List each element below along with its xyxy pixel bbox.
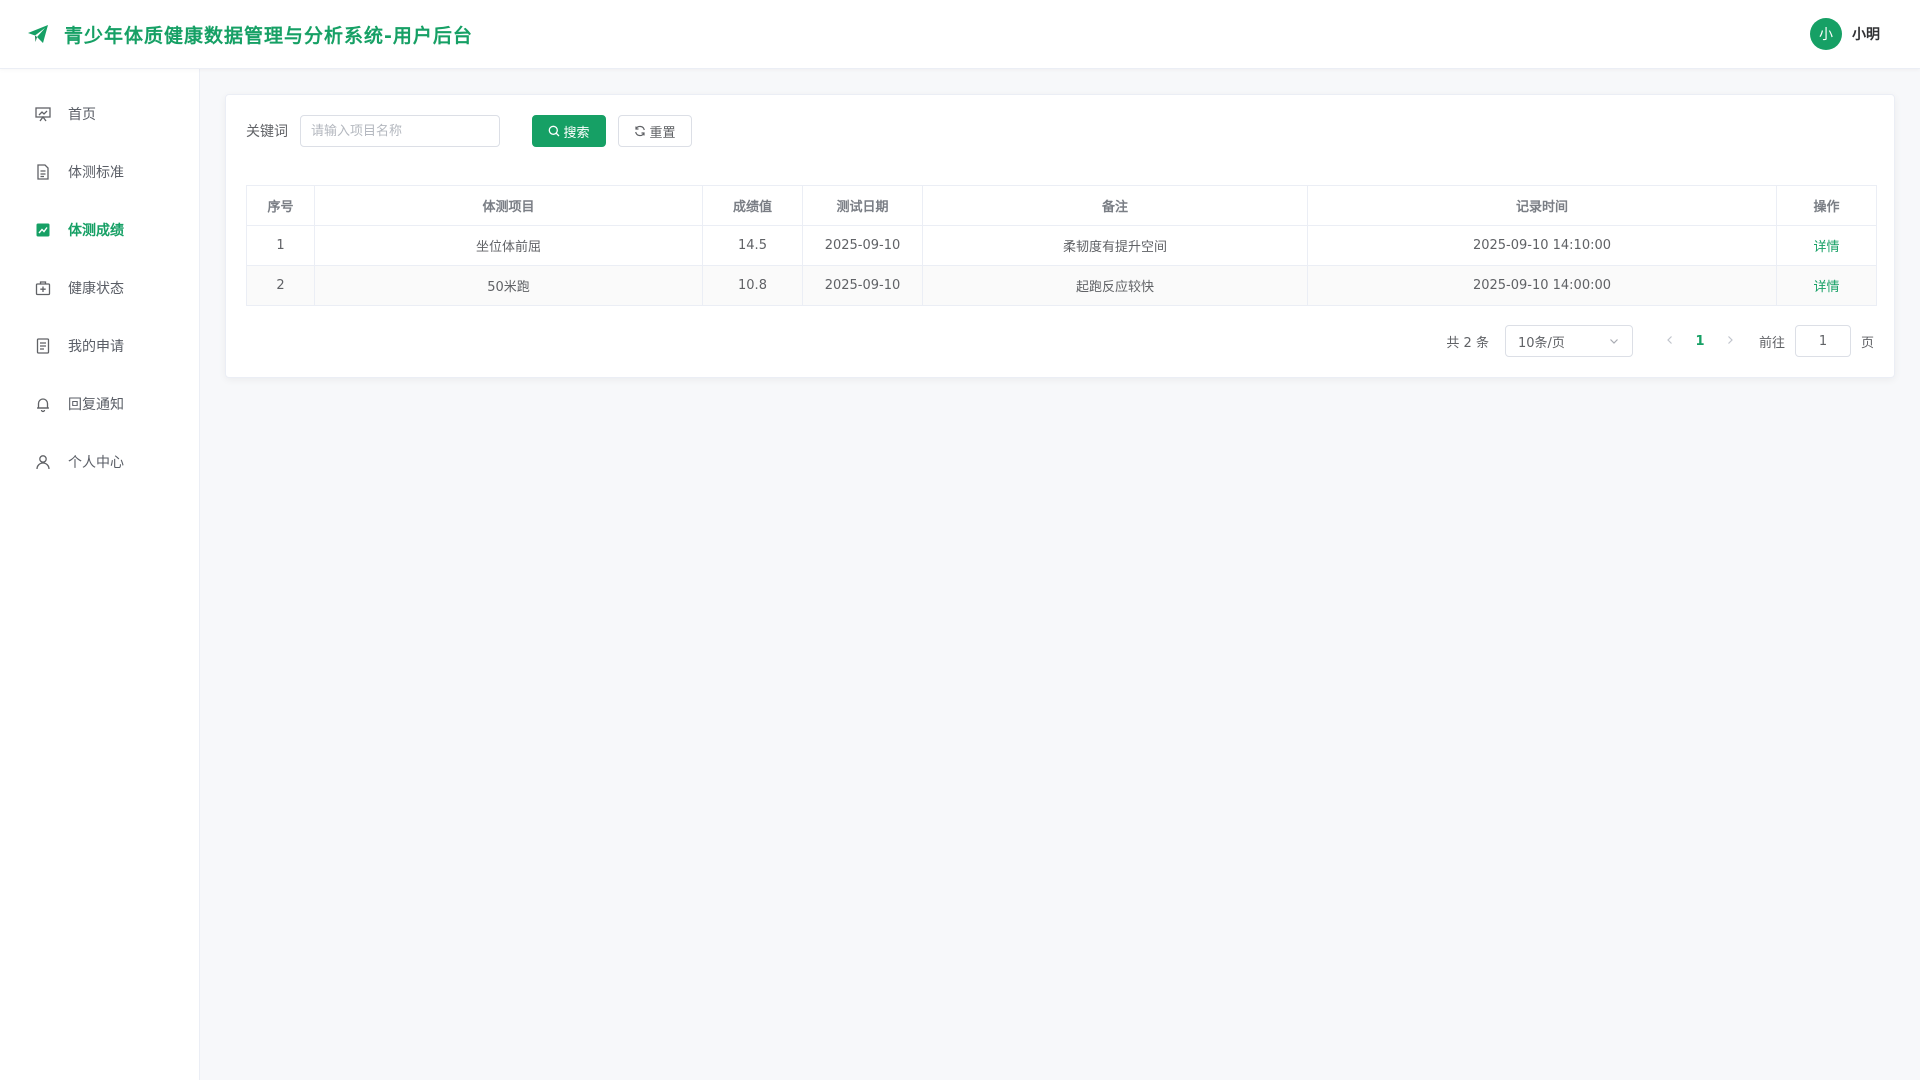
reset-button[interactable]: 重置 <box>618 115 692 147</box>
chevron-left-icon <box>1667 336 1672 344</box>
sidebar-item-label: 首页 <box>68 107 96 123</box>
prev-page-button[interactable] <box>1655 333 1685 349</box>
sidebar-item-profile[interactable]: 个人中心 <box>0 433 199 491</box>
keyword-input[interactable] <box>300 115 500 147</box>
sidebar-item-label: 体测成绩 <box>68 223 124 239</box>
list-document-icon <box>34 337 52 355</box>
user-icon <box>34 453 52 471</box>
paper-plane-icon <box>26 22 50 46</box>
keyword-label: 关键词 <box>246 124 288 140</box>
sidebar-item-notifications[interactable]: 回复通知 <box>0 375 199 433</box>
chevron-right-icon <box>1728 336 1733 344</box>
search-button[interactable]: 搜索 <box>532 115 606 147</box>
goto-label: 前往 <box>1758 335 1785 351</box>
cell-date: 2025-09-10 <box>802 225 923 266</box>
table-row: 1 坐位体前屈 14.5 2025-09-10 柔韧度有提升空间 2025-09… <box>246 225 1877 266</box>
filter-bar: 关键词 搜索 重置 <box>246 115 1874 147</box>
document-icon <box>34 163 52 181</box>
sidebar-item-scores[interactable]: 体测成绩 <box>0 201 199 259</box>
cell-score: 14.5 <box>702 225 803 266</box>
sidebar-item-label: 个人中心 <box>68 455 124 471</box>
column-header: 序号 <box>246 185 315 226</box>
sidebar: 首页 体测标准 体测成绩 健康状态 我的申请 回复通知 个人中心 <box>0 69 200 1080</box>
app-title: 青少年体质健康数据管理与分析系统-用户后台 <box>64 24 473 47</box>
cell-note: 柔韧度有提升空间 <box>922 225 1308 266</box>
sidebar-item-health[interactable]: 健康状态 <box>0 259 199 317</box>
app-header: 青少年体质健康数据管理与分析系统-用户后台 小 小明 <box>0 0 1920 69</box>
sidebar-item-applications[interactable]: 我的申请 <box>0 317 199 375</box>
cell-date: 2025-09-10 <box>802 265 923 306</box>
sidebar-item-label: 健康状态 <box>68 281 124 297</box>
presentation-chart-icon <box>34 105 52 123</box>
cell-item: 50米跑 <box>314 265 703 306</box>
cell-index: 2 <box>246 265 315 306</box>
sidebar-item-label: 回复通知 <box>68 397 124 413</box>
page-number-current[interactable]: 1 <box>1685 334 1715 349</box>
avatar[interactable]: 小 <box>1810 18 1842 50</box>
sidebar-item-label: 体测标准 <box>68 165 124 181</box>
bell-icon <box>34 395 52 413</box>
table-row: 2 50米跑 10.8 2025-09-10 起跑反应较快 2025-09-10… <box>246 265 1877 306</box>
search-button-label: 搜索 <box>563 125 590 141</box>
cell-action: 详情 <box>1776 225 1877 266</box>
page-suffix: 页 <box>1860 335 1874 351</box>
pagination: 共 2 条 10条/页 1 前往 页 <box>1446 325 1874 357</box>
first-aid-kit-icon <box>34 279 52 297</box>
sidebar-item-label: 我的申请 <box>68 339 124 355</box>
column-header: 测试日期 <box>802 185 923 226</box>
sidebar-item-standards[interactable]: 体测标准 <box>0 143 199 201</box>
chevron-down-icon <box>1610 339 1618 344</box>
column-header: 成绩值 <box>702 185 803 226</box>
cell-note: 起跑反应较快 <box>922 265 1308 306</box>
chart-line-icon <box>34 221 52 239</box>
goto-page-input[interactable] <box>1794 325 1851 357</box>
pagination-total: 共 2 条 <box>1446 335 1489 351</box>
user-name[interactable]: 小明 <box>1852 24 1880 44</box>
brand: 青少年体质健康数据管理与分析系统-用户后台 <box>26 21 473 48</box>
column-header: 体测项目 <box>314 185 703 226</box>
scores-card: 关键词 搜索 重置 <box>225 94 1895 378</box>
column-header: 记录时间 <box>1307 185 1777 226</box>
user-menu[interactable]: 小 小明 <box>1810 18 1880 50</box>
reset-button-label: 重置 <box>649 125 676 141</box>
cell-index: 1 <box>246 225 315 266</box>
page-size-select[interactable]: 10条/页 <box>1504 325 1633 357</box>
cell-score: 10.8 <box>702 265 803 306</box>
sidebar-item-home[interactable]: 首页 <box>0 85 199 143</box>
refresh-icon <box>635 125 646 137</box>
next-page-button[interactable] <box>1715 333 1745 349</box>
detail-link[interactable]: 详情 <box>1813 280 1839 295</box>
detail-link[interactable]: 详情 <box>1813 240 1839 255</box>
cell-item: 坐位体前屈 <box>314 225 703 266</box>
main-content: 关键词 搜索 重置 <box>200 69 1920 1080</box>
cell-action: 详情 <box>1776 265 1877 306</box>
cell-record-time: 2025-09-10 14:00:00 <box>1307 265 1777 306</box>
column-header: 操作 <box>1776 185 1877 226</box>
page-size-value: 10条/页 <box>1517 335 1565 351</box>
cell-record-time: 2025-09-10 14:10:00 <box>1307 225 1777 266</box>
column-header: 备注 <box>922 185 1308 226</box>
table-header-row: 序号 体测项目 成绩值 测试日期 备注 记录时间 操作 <box>246 185 1877 226</box>
search-icon <box>549 125 560 137</box>
scores-table: 序号 体测项目 成绩值 测试日期 备注 记录时间 操作 1 坐位体前屈 14.5… <box>246 185 1877 306</box>
